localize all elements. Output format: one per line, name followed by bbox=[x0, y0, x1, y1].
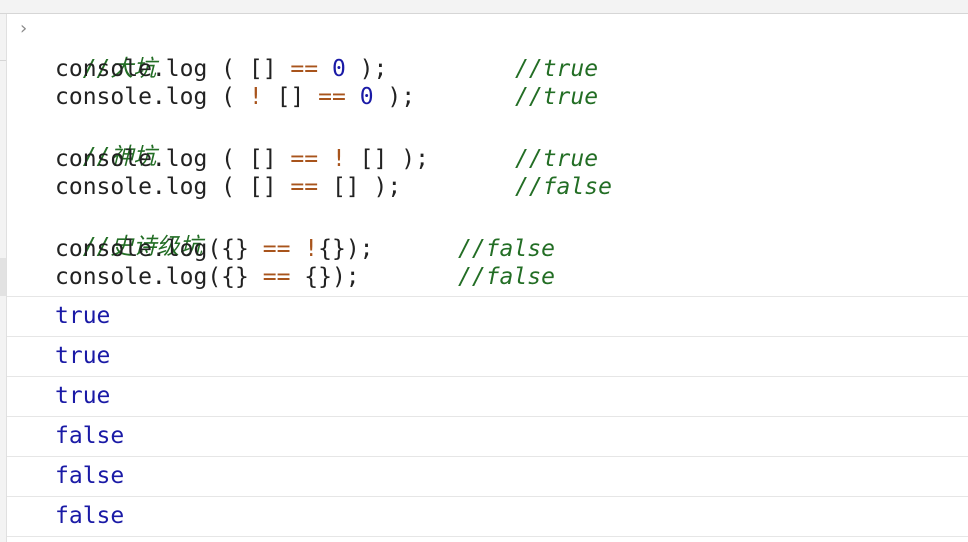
code-line-3: console.log ( ! [] == 0 ); bbox=[55, 83, 415, 111]
code-line-2: console.log ( [] == 0 ); bbox=[55, 55, 387, 83]
code-operator: == bbox=[318, 84, 346, 110]
result-value: true bbox=[55, 383, 111, 409]
console-result-row: true bbox=[7, 377, 968, 417]
console-toolbar-strip bbox=[0, 0, 968, 14]
code-line-1: //大坑 bbox=[55, 27, 157, 82]
code-text: {}); bbox=[318, 236, 374, 262]
code-operator: == bbox=[290, 174, 319, 200]
result-value: true bbox=[55, 343, 111, 369]
code-line-8: console.log({} == !{}); bbox=[55, 235, 374, 263]
trailing-comment: //false bbox=[458, 264, 555, 290]
code-operator: == bbox=[290, 146, 319, 172]
result-value: false bbox=[55, 423, 125, 449]
result-value: false bbox=[55, 503, 125, 529]
code-text: [] bbox=[262, 84, 319, 110]
code-text: [] ); bbox=[345, 146, 429, 172]
code-text: {}); bbox=[290, 264, 360, 290]
console-result-row: true bbox=[7, 297, 968, 337]
result-value: true bbox=[55, 303, 111, 329]
code-operator: ! bbox=[331, 146, 346, 172]
console-result-row: false bbox=[7, 417, 968, 457]
code-text: ); bbox=[373, 84, 416, 110]
trailing-comment: //true bbox=[515, 56, 599, 82]
code-line-9: console.log({} == {}); bbox=[55, 263, 360, 291]
code-line-5: console.log ( [] == ! [] ); bbox=[55, 145, 429, 173]
code-text: console.log ( [] bbox=[55, 146, 291, 172]
code-text: [] ); bbox=[318, 174, 402, 200]
trailing-comment: //false bbox=[515, 174, 612, 200]
trailing-comment: //true bbox=[515, 146, 599, 172]
trailing-comment: //true bbox=[515, 84, 599, 110]
code-operator: == bbox=[262, 264, 291, 290]
code-line-7: //史诗级坑 bbox=[55, 205, 203, 260]
code-text: console.log({} bbox=[55, 236, 263, 262]
console-result-row: false bbox=[7, 457, 968, 497]
code-number: 0 bbox=[359, 84, 374, 110]
result-value: false bbox=[55, 463, 125, 489]
chevron-right-icon[interactable]: › bbox=[20, 20, 34, 38]
code-line-4: //神坑 bbox=[55, 115, 157, 170]
code-text: console.log({} bbox=[55, 264, 263, 290]
code-operator: == bbox=[262, 236, 291, 262]
code-operator: ! bbox=[304, 236, 319, 262]
code-line-6: console.log ( [] == [] ); bbox=[55, 173, 401, 201]
code-text: console.log ( bbox=[55, 84, 249, 110]
console-result-row: true bbox=[7, 337, 968, 377]
console-result-row: false bbox=[7, 497, 968, 537]
trailing-comment: //false bbox=[458, 236, 555, 262]
code-operator: == bbox=[290, 56, 319, 82]
code-text: ); bbox=[345, 56, 388, 82]
code-text: console.log ( [] bbox=[55, 174, 291, 200]
code-number: 0 bbox=[331, 56, 346, 82]
code-text: console.log ( [] bbox=[55, 56, 291, 82]
code-operator: ! bbox=[248, 84, 263, 110]
